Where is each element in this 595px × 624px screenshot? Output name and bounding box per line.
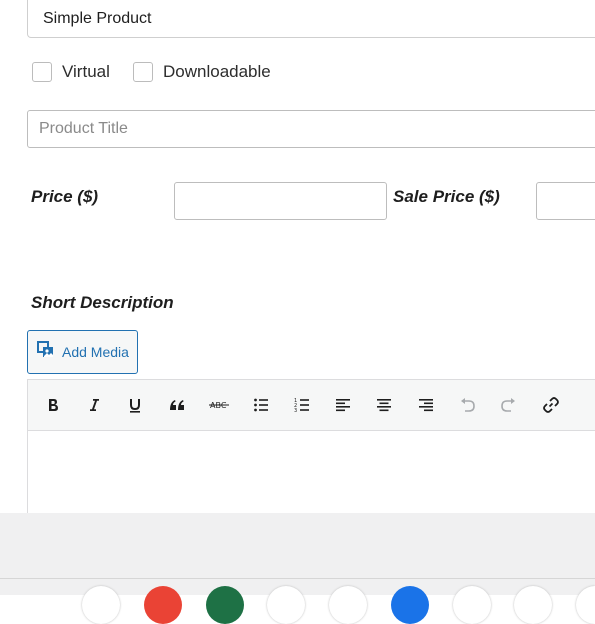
dock-app-icon[interactable] xyxy=(391,586,429,624)
dock-app-icon[interactable] xyxy=(206,586,244,624)
link-icon[interactable] xyxy=(537,392,565,418)
dock-app-icon[interactable] xyxy=(267,586,305,624)
sale-price-input[interactable] xyxy=(536,182,595,220)
align-left-icon[interactable] xyxy=(329,392,357,418)
price-input[interactable] xyxy=(174,182,387,220)
align-center-icon[interactable] xyxy=(370,392,398,418)
bullet-list-icon[interactable] xyxy=(247,392,275,418)
dock-app-icon[interactable] xyxy=(329,586,367,624)
redo-icon[interactable] xyxy=(495,392,523,418)
bold-icon[interactable] xyxy=(39,392,67,418)
dock-app-icon[interactable] xyxy=(453,586,491,624)
product-type-select[interactable]: Simple Product xyxy=(27,0,595,38)
editor-toolbar: ABC 123 xyxy=(28,380,595,431)
add-media-button[interactable]: Add Media xyxy=(27,330,138,374)
virtual-option[interactable]: Virtual xyxy=(32,59,110,85)
dock-app-icon[interactable] xyxy=(144,586,182,624)
downloadable-option[interactable]: Downloadable xyxy=(133,59,271,85)
downloadable-label: Downloadable xyxy=(163,62,271,81)
add-media-icon xyxy=(37,340,55,364)
blockquote-icon[interactable] xyxy=(163,392,191,418)
downloadable-checkbox[interactable] xyxy=(133,62,153,82)
numbered-list-icon[interactable]: 123 xyxy=(288,392,316,418)
svg-text:3: 3 xyxy=(294,408,297,413)
align-right-icon[interactable] xyxy=(412,392,440,418)
dock-app-icon[interactable] xyxy=(82,586,120,624)
add-media-label: Add Media xyxy=(62,344,129,360)
product-title-input[interactable]: Product Title xyxy=(27,110,595,148)
page-footer xyxy=(0,513,595,595)
virtual-checkbox[interactable] xyxy=(32,62,52,82)
product-title-placeholder: Product Title xyxy=(39,120,128,137)
underline-icon[interactable] xyxy=(121,392,149,418)
short-description-label: Short Description xyxy=(31,293,174,312)
short-description-editor[interactable]: ABC 123 xyxy=(27,379,595,519)
italic-icon[interactable] xyxy=(80,392,108,418)
price-label: Price ($) xyxy=(31,187,99,206)
dock-app-icon[interactable] xyxy=(514,586,552,624)
sale-price-label: Sale Price ($) xyxy=(393,187,500,206)
editor-content-area[interactable] xyxy=(28,431,595,518)
virtual-label: Virtual xyxy=(62,62,110,81)
strikethrough-icon[interactable]: ABC xyxy=(205,392,233,418)
product-type-value: Simple Product xyxy=(43,10,152,27)
footer-divider xyxy=(0,578,595,579)
undo-icon[interactable] xyxy=(453,392,481,418)
